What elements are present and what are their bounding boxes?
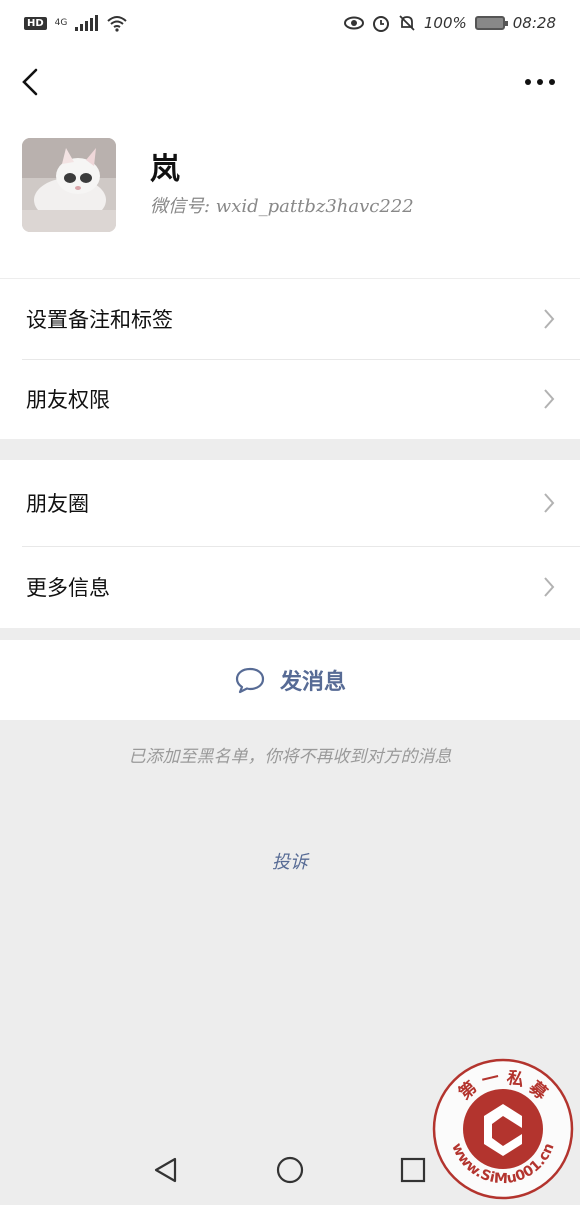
settings-group-1: 设置备注和标签 朋友权限 xyxy=(0,279,580,439)
nav-recents-icon[interactable] xyxy=(398,1155,428,1185)
battery-percent: 100% xyxy=(423,14,467,32)
send-message-button[interactable]: 发消息 xyxy=(0,640,580,720)
chevron-right-icon xyxy=(544,389,555,409)
alarm-icon xyxy=(372,16,389,32)
chevron-right-icon xyxy=(544,309,555,329)
blacklist-notice: 已添加至黑名单，你将不再收到对方的消息 xyxy=(128,747,452,767)
eye-icon xyxy=(343,16,364,30)
more-options-icon[interactable] xyxy=(520,68,560,96)
nav-back-icon[interactable] xyxy=(151,1155,181,1185)
top-bar xyxy=(0,46,580,118)
wechat-id: 微信号: wxid_pattbz3havc222 xyxy=(150,196,414,217)
row-label: 更多信息 xyxy=(26,576,110,600)
profile-header: 岚 微信号: wxid_pattbz3havc222 xyxy=(0,118,580,278)
moments-row[interactable]: 朋友圈 xyxy=(0,460,580,546)
network-type: 4G xyxy=(54,18,68,28)
chevron-right-icon xyxy=(544,493,555,513)
nav-home-icon[interactable] xyxy=(275,1155,305,1185)
status-bar: HD 4G 100% 08:28 xyxy=(0,0,580,46)
clock: 08:28 xyxy=(512,14,556,32)
set-remark-tags-row[interactable]: 设置备注和标签 xyxy=(0,279,580,359)
hd-badge: HD xyxy=(24,16,47,30)
row-label: 朋友圈 xyxy=(26,492,89,516)
send-message-label: 发消息 xyxy=(279,669,346,695)
watermark-seal: 第 一 私 募 www.SiMu001.cn xyxy=(432,1058,574,1200)
row-label: 朋友权限 xyxy=(26,388,110,412)
chat-bubble-icon xyxy=(235,667,265,694)
signal-icon xyxy=(75,15,99,31)
row-label: 设置备注和标签 xyxy=(26,308,173,332)
contact-name: 岚 xyxy=(150,152,180,187)
friend-permissions-row[interactable]: 朋友权限 xyxy=(0,359,580,439)
back-arrow-icon[interactable] xyxy=(14,64,50,100)
avatar[interactable] xyxy=(22,138,116,232)
settings-group-2: 朋友圈 更多信息 xyxy=(0,460,580,628)
chevron-right-icon xyxy=(544,577,555,597)
more-info-row[interactable]: 更多信息 xyxy=(0,546,580,628)
complain-link[interactable]: 投诉 xyxy=(0,848,580,874)
bell-off-icon xyxy=(399,15,415,31)
battery-icon xyxy=(474,16,508,30)
wifi-icon xyxy=(107,16,128,32)
